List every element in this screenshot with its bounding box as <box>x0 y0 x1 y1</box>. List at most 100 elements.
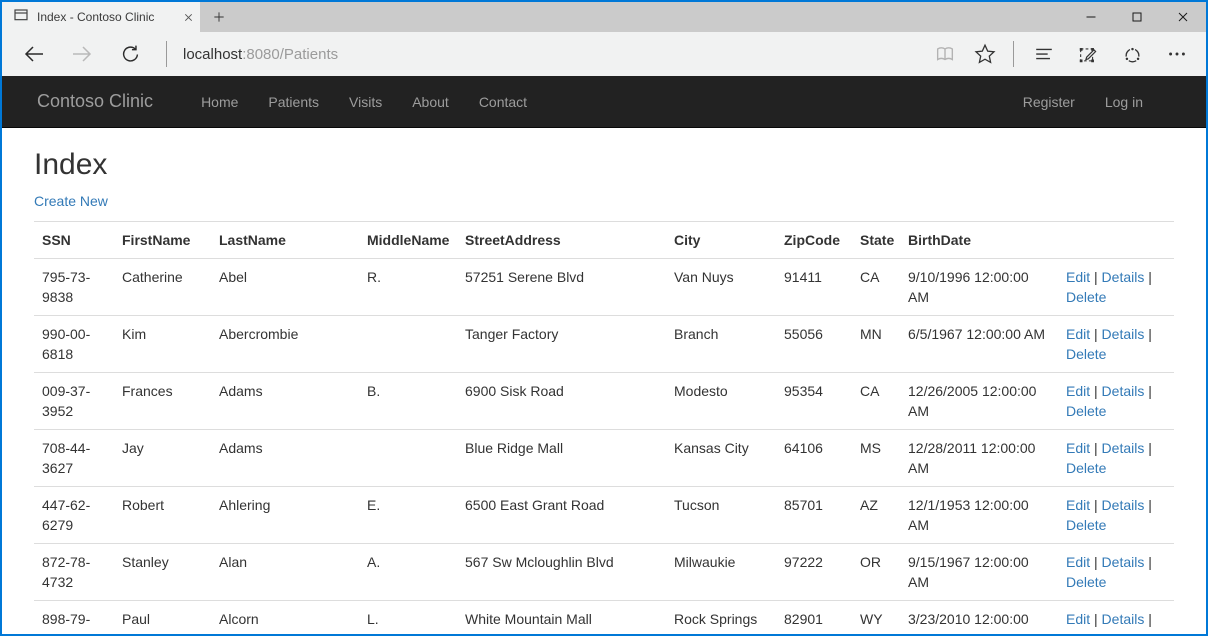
cell-city: Milwaukie <box>666 544 776 601</box>
brand-link[interactable]: Contoso Clinic <box>37 91 153 112</box>
patients-table-body: SSN FirstName LastName MiddleName Street… <box>34 222 1174 635</box>
url-host: localhost <box>183 46 242 63</box>
cell-state: MN <box>852 316 900 373</box>
register-link[interactable]: Register <box>1008 94 1090 110</box>
cell-zip-code: 85701 <box>776 487 852 544</box>
cell-birth-date: 6/5/1967 12:00:00 AM <box>900 316 1058 373</box>
table-row: 009-37-3952FrancesAdamsB.6900 Sisk RoadM… <box>34 373 1174 430</box>
reading-view-icon[interactable] <box>925 32 965 76</box>
edit-link[interactable]: Edit <box>1066 554 1090 570</box>
cell-middle-name: E. <box>359 487 457 544</box>
patients-table: SSN FirstName LastName MiddleName Street… <box>34 221 1174 634</box>
details-link[interactable]: Details <box>1102 611 1145 627</box>
details-link[interactable]: Details <box>1102 554 1145 570</box>
close-window-icon[interactable] <box>1160 2 1206 32</box>
table-row: 708-44-3627JayAdamsBlue Ridge MallKansas… <box>34 430 1174 487</box>
cell-ssn: 708-44-3627 <box>34 430 114 487</box>
details-link[interactable]: Details <box>1102 326 1145 342</box>
nav-item-home[interactable]: Home <box>186 94 253 110</box>
column-header-actions <box>1058 222 1174 259</box>
page-title: Index <box>34 148 1174 181</box>
edit-link[interactable]: Edit <box>1066 440 1090 456</box>
hub-icon[interactable] <box>1022 32 1066 76</box>
delete-link[interactable]: Delete <box>1066 346 1106 362</box>
cell-birth-date: 3/23/2010 12:00:00 AM <box>900 601 1058 635</box>
details-link[interactable]: Details <box>1102 497 1145 513</box>
cell-first-name: Kim <box>114 316 211 373</box>
cell-street-address: 6500 East Grant Road <box>457 487 666 544</box>
delete-link[interactable]: Delete <box>1066 517 1106 533</box>
cell-actions: Edit | Details | Delete <box>1058 373 1174 430</box>
column-header-city: City <box>666 222 776 259</box>
delete-link[interactable]: Delete <box>1066 289 1106 305</box>
cell-street-address: Blue Ridge Mall <box>457 430 666 487</box>
cell-city: Tucson <box>666 487 776 544</box>
table-row: 990-00-6818KimAbercrombieTanger FactoryB… <box>34 316 1174 373</box>
cell-ssn: 872-78-4732 <box>34 544 114 601</box>
forward-icon[interactable] <box>58 32 106 76</box>
login-link[interactable]: Log in <box>1090 94 1158 110</box>
cell-birth-date: 12/1/1953 12:00:00 AM <box>900 487 1058 544</box>
column-header-middlename: MiddleName <box>359 222 457 259</box>
table-header-row: SSN FirstName LastName MiddleName Street… <box>34 222 1174 259</box>
cell-birth-date: 12/28/2011 12:00:00 AM <box>900 430 1058 487</box>
edit-link[interactable]: Edit <box>1066 611 1090 627</box>
nav-item-patients[interactable]: Patients <box>253 94 334 110</box>
column-header-state: State <box>852 222 900 259</box>
tab-close-icon[interactable] <box>183 12 194 23</box>
column-header-streetaddress: StreetAddress <box>457 222 666 259</box>
cell-last-name: Abercrombie <box>211 316 359 373</box>
nav-item-visits[interactable]: Visits <box>334 94 397 110</box>
cell-actions: Edit | Details | Delete <box>1058 544 1174 601</box>
address-bar[interactable]: localhost:8080/Patients <box>183 46 338 63</box>
details-link[interactable]: Details <box>1102 440 1145 456</box>
delete-link[interactable]: Delete <box>1066 460 1106 476</box>
table-row: 795-73-9838CatherineAbelR.57251 Serene B… <box>34 259 1174 316</box>
cell-street-address: 6900 Sisk Road <box>457 373 666 430</box>
cell-zip-code: 97222 <box>776 544 852 601</box>
refresh-icon[interactable] <box>106 32 154 76</box>
browser-toolbar: localhost:8080/Patients <box>2 32 1206 76</box>
browser-tab[interactable]: Index - Contoso Clinic <box>2 2 200 32</box>
minimize-icon[interactable] <box>1068 2 1114 32</box>
edit-link[interactable]: Edit <box>1066 269 1090 285</box>
cell-last-name: Abel <box>211 259 359 316</box>
cell-first-name: Catherine <box>114 259 211 316</box>
maximize-icon[interactable] <box>1114 2 1160 32</box>
cell-state: MS <box>852 430 900 487</box>
cell-street-address: Tanger Factory <box>457 316 666 373</box>
browser-window: Index - Contoso Clinic <box>0 0 1208 636</box>
nav-item-about[interactable]: About <box>397 94 464 110</box>
cell-street-address: White Mountain Mall <box>457 601 666 635</box>
column-header-ssn: SSN <box>34 222 114 259</box>
share-icon[interactable] <box>1110 32 1154 76</box>
back-icon[interactable] <box>10 32 58 76</box>
web-note-icon[interactable] <box>1066 32 1110 76</box>
cell-first-name: Frances <box>114 373 211 430</box>
favicon-window-icon <box>13 7 29 28</box>
delete-link[interactable]: Delete <box>1066 574 1106 590</box>
create-new-link[interactable]: Create New <box>34 193 108 209</box>
cell-state: AZ <box>852 487 900 544</box>
cell-middle-name: L. <box>359 601 457 635</box>
cell-actions: Edit | Details | Delete <box>1058 316 1174 373</box>
tab-title: Index - Contoso Clinic <box>37 10 175 24</box>
edit-link[interactable]: Edit <box>1066 326 1090 342</box>
details-link[interactable]: Details <box>1102 383 1145 399</box>
new-tab-icon[interactable] <box>200 2 238 32</box>
toolbar-divider <box>1013 41 1014 67</box>
nav-item-contact[interactable]: Contact <box>464 94 542 110</box>
cell-actions: Edit | Details | Delete <box>1058 430 1174 487</box>
favorites-star-icon[interactable] <box>965 32 1005 76</box>
delete-link[interactable]: Delete <box>1066 631 1106 634</box>
details-link[interactable]: Details <box>1102 269 1145 285</box>
cell-city: Branch <box>666 316 776 373</box>
more-icon[interactable] <box>1154 32 1200 76</box>
cell-first-name: Paul <box>114 601 211 635</box>
delete-link[interactable]: Delete <box>1066 403 1106 419</box>
cell-last-name: Adams <box>211 430 359 487</box>
edit-link[interactable]: Edit <box>1066 497 1090 513</box>
cell-ssn: 009-37-3952 <box>34 373 114 430</box>
table-row: 447-62-6279RobertAhleringE.6500 East Gra… <box>34 487 1174 544</box>
edit-link[interactable]: Edit <box>1066 383 1090 399</box>
